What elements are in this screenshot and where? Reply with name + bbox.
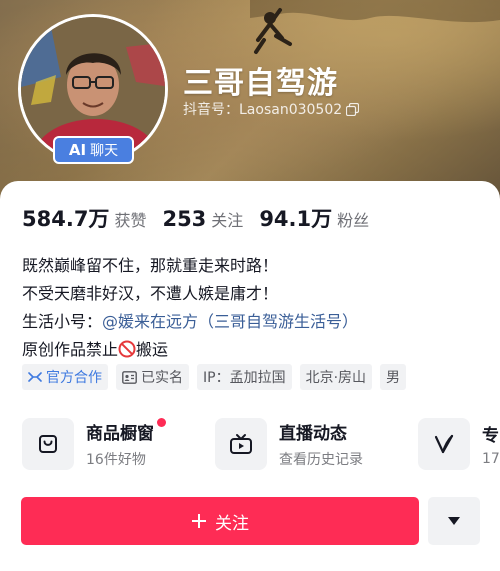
stat-following-label: 关注 xyxy=(211,211,244,230)
bio-line-2: 不受天磨非好汉，不遭人嫉是庸才！ xyxy=(22,284,279,303)
stat-likes-label: 获赞 xyxy=(114,211,147,230)
stat-followers-value: 94.1万 xyxy=(259,207,333,231)
profile-bio: 既然巅峰留不住，那就重走来时路！ 不受天磨非好汉，不遭人嫉是庸才！ 生活小号：@… xyxy=(22,252,358,364)
triangle-down-icon xyxy=(448,517,460,525)
stat-followers-label: 粉丝 xyxy=(337,211,370,230)
bio-line-4-prefix: 原创作品禁止 xyxy=(22,340,119,359)
feature-collection-subtitle: 17 xyxy=(482,451,500,467)
feature-collection-partial[interactable]: 专 17 xyxy=(418,416,500,472)
tag-official-cooperation[interactable]: 官方合作 xyxy=(22,364,108,390)
cover-climber-silhouette xyxy=(250,0,500,54)
v-icon xyxy=(418,418,470,470)
douyin-id[interactable]: 抖音号：Laosan030502 xyxy=(183,99,360,119)
feature-live-history[interactable]: 直播动态 查看历史记录 xyxy=(215,416,418,472)
stat-following[interactable]: 253 关注 xyxy=(162,207,243,231)
ai-chat-badge[interactable]: AI 聊天 xyxy=(53,136,134,164)
follow-button[interactable]: 关注 xyxy=(21,497,419,545)
official-cooperation-icon xyxy=(28,372,42,382)
bio-line-4-suffix: 搬运 xyxy=(136,340,169,359)
feature-live-subtitle: 查看历史记录 xyxy=(279,452,363,468)
feature-entries: 商品橱窗 16件好物 直播动态 查看历史记录 专 17 xyxy=(22,416,500,472)
bio-line-3-prefix: 生活小号： xyxy=(22,312,103,331)
stat-followers[interactable]: 94.1万 粉丝 xyxy=(259,203,369,233)
stat-likes[interactable]: 584.7万 获赞 xyxy=(22,203,146,233)
follow-button-label: 关注 xyxy=(215,513,249,534)
tag-official-label: 官方合作 xyxy=(46,370,102,386)
cart-icon xyxy=(22,418,74,470)
bio-mention-link[interactable]: @媛来在远方（三哥自驾游生活号） xyxy=(102,312,358,331)
avatar-container[interactable]: AI 聊天 xyxy=(18,14,168,164)
tag-city-label: 北京·房山 xyxy=(305,370,367,386)
ai-badge-label: 聊天 xyxy=(90,143,119,159)
feature-shop-window[interactable]: 商品橱窗 16件好物 xyxy=(22,416,215,472)
bio-line-4: 原创作品禁止 搬运 xyxy=(22,336,358,364)
douyin-id-text: 抖音号：Laosan030502 xyxy=(183,102,343,118)
feature-shop-subtitle: 16件好物 xyxy=(86,452,146,468)
more-options-button[interactable] xyxy=(428,497,480,545)
ai-badge-ai-text: AI xyxy=(68,141,87,159)
tag-ip-location: IP：孟加拉国 xyxy=(197,364,292,390)
tag-city: 北京·房山 xyxy=(299,364,373,390)
notification-dot xyxy=(157,418,166,427)
feature-live-title: 直播动态 xyxy=(279,424,347,444)
profile-stats: 584.7万 获赞 253 关注 94.1万 粉丝 xyxy=(22,203,369,233)
copy-icon[interactable] xyxy=(346,102,360,116)
tag-gender-label: 男 xyxy=(386,370,401,386)
profile-nickname: 三哥自驾游 xyxy=(183,66,338,101)
stat-likes-value: 584.7万 xyxy=(22,207,110,231)
prohibited-icon xyxy=(118,340,136,358)
tv-icon xyxy=(215,418,267,470)
tag-verified-label: 已实名 xyxy=(141,370,183,386)
tag-verified[interactable]: 已实名 xyxy=(116,364,189,390)
tag-ip-label: IP：孟加拉国 xyxy=(203,370,286,386)
tag-gender: 男 xyxy=(380,364,407,390)
id-card-icon xyxy=(122,370,137,384)
bio-line-3: 生活小号：@媛来在远方（三哥自驾游生活号） xyxy=(22,308,358,336)
bio-line-1: 既然巅峰留不住，那就重走来时路！ xyxy=(22,256,279,275)
stat-following-value: 253 xyxy=(162,207,207,231)
profile-tags: 官方合作 已实名 IP：孟加拉国 北京·房山 男 xyxy=(22,364,407,390)
feature-collection-title: 专 xyxy=(482,426,499,446)
feature-shop-title: 商品橱窗 xyxy=(86,418,166,444)
plus-icon xyxy=(192,514,206,528)
